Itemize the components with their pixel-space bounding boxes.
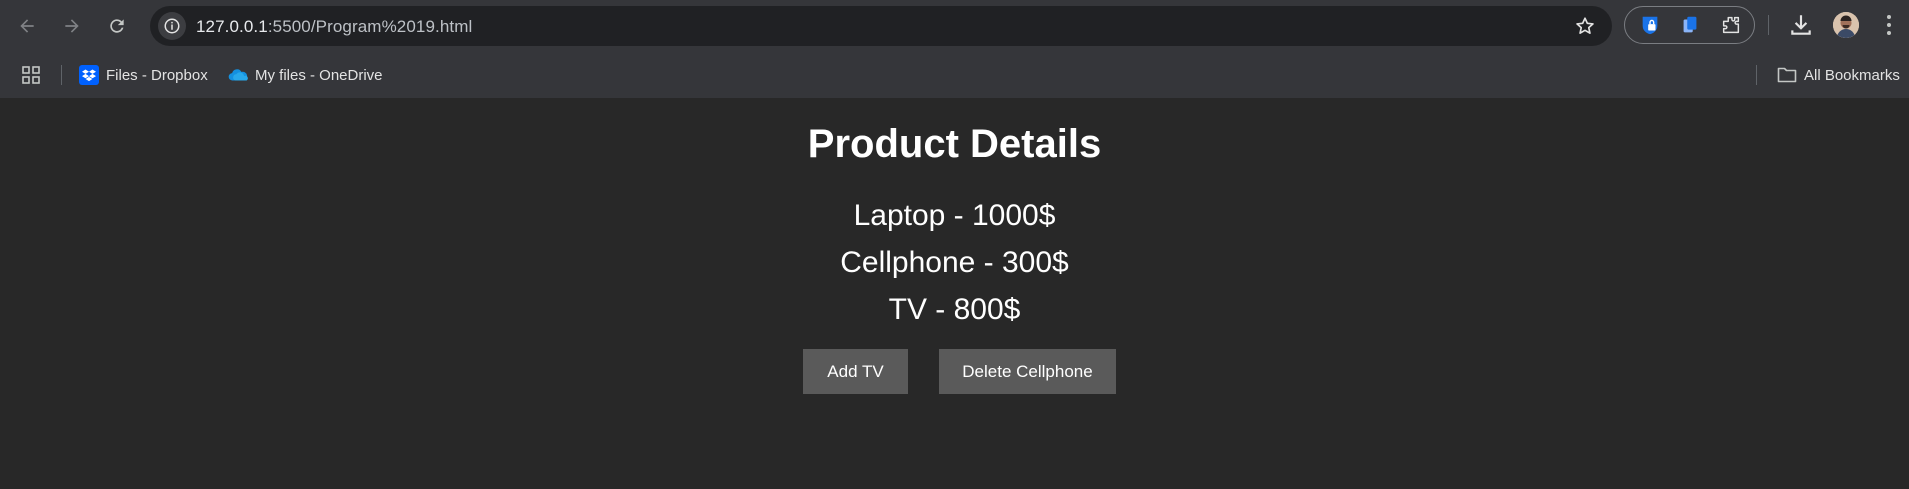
reload-icon — [110, 19, 124, 33]
profile-avatar[interactable] — [1833, 12, 1859, 38]
arrow-right-icon — [65, 19, 79, 33]
browser-chrome: 127.0.0.1:5500/Program%2019.html Files -… — [0, 0, 1909, 98]
bookmarks-bar: Files - Dropbox My files - OneDrive All … — [0, 52, 1909, 98]
user-avatar-icon — [1833, 12, 1859, 38]
address-bar[interactable]: 127.0.0.1:5500/Program%2019.html — [150, 6, 1612, 46]
bookmark-dropbox[interactable]: Files - Dropbox — [79, 62, 208, 88]
extensions-button[interactable] — [1720, 14, 1742, 36]
url-host: 127.0.0.1 — [196, 17, 268, 36]
url-path: :5500/Program%2019.html — [267, 17, 473, 36]
reload-button[interactable] — [101, 10, 133, 42]
product-list: Laptop - 1000$ Cellphone - 300$ TV - 800… — [0, 192, 1909, 333]
copy-extension[interactable] — [1679, 14, 1701, 36]
product-item-tv: TV - 800$ — [888, 293, 1021, 326]
site-info-button[interactable] — [158, 12, 186, 40]
delete-cellphone-button[interactable]: Delete Cellphone — [939, 349, 1116, 394]
folder-icon — [1777, 65, 1797, 85]
page-title: Product Details — [807, 122, 1102, 166]
apps-button[interactable] — [21, 62, 41, 88]
all-bookmarks-button[interactable]: All Bookmarks — [1777, 62, 1900, 88]
bookmarks-divider-right — [1756, 65, 1757, 85]
arrow-left-icon — [20, 19, 34, 33]
all-bookmarks-label: All Bookmarks — [1804, 66, 1900, 84]
product-item-cellphone: Cellphone - 300$ — [840, 246, 1069, 279]
action-buttons: Add TV Delete Cellphone — [803, 349, 1116, 394]
back-button[interactable] — [11, 10, 43, 42]
extensions-group — [1624, 6, 1755, 44]
page-content: Product Details Laptop - 1000$ Cellphone… — [0, 98, 1909, 489]
add-tv-button[interactable]: Add TV — [803, 349, 908, 394]
info-icon — [164, 18, 180, 34]
kebab-menu-icon[interactable] — [1878, 12, 1900, 38]
bookmark-label: Files - Dropbox — [106, 66, 208, 84]
toolbar-divider — [1768, 15, 1769, 35]
url-text[interactable]: 127.0.0.1:5500/Program%2019.html — [196, 17, 472, 37]
bookmarks-divider — [61, 65, 62, 85]
apps-grid-icon — [22, 66, 40, 84]
password-manager-extension[interactable] — [1639, 14, 1661, 36]
product-item-laptop: Laptop - 1000$ — [853, 199, 1056, 232]
dropbox-icon — [79, 65, 99, 85]
star-icon[interactable] — [1574, 15, 1596, 37]
forward-button[interactable] — [56, 10, 88, 42]
browser-toolbar: 127.0.0.1:5500/Program%2019.html — [0, 0, 1909, 52]
bookmark-label: My files - OneDrive — [255, 66, 383, 84]
puzzle-icon — [1722, 16, 1740, 34]
shield-lock-icon — [1642, 16, 1658, 35]
onedrive-icon — [228, 65, 248, 85]
bookmark-onedrive[interactable]: My files - OneDrive — [228, 62, 383, 88]
download-icon[interactable] — [1788, 12, 1814, 38]
copy-icon — [1683, 16, 1697, 33]
